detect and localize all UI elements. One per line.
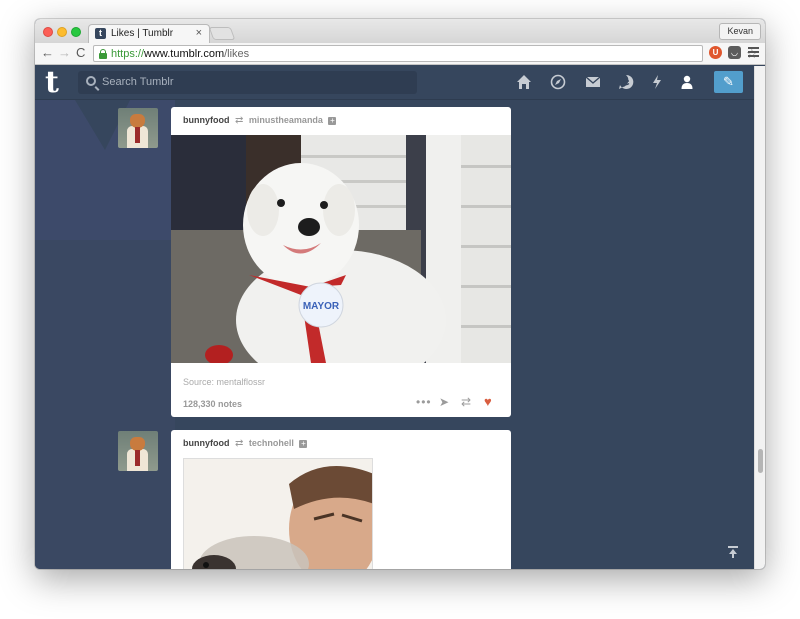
back-to-top-icon[interactable]	[728, 545, 738, 558]
browser-toolbar: ← → C https://www.tumblr.com/likes ☆ U ◡	[35, 43, 765, 65]
scrollbar-thumb[interactable]	[758, 449, 763, 473]
address-bar[interactable]: https://www.tumblr.com/likes ☆	[93, 45, 758, 62]
post-card: bunnyfood ⇄ minustheamanda + MAYOR Sourc…	[171, 107, 511, 417]
pocket-icon[interactable]: ◡	[728, 46, 741, 59]
browser-menu-icon[interactable]	[748, 47, 759, 59]
post-author-link[interactable]: bunnyfood	[183, 115, 230, 125]
pencil-icon: ✎	[723, 74, 734, 89]
avatar[interactable]	[118, 108, 158, 148]
home-icon[interactable]	[515, 74, 533, 92]
reload-button[interactable]: C	[76, 46, 85, 60]
follow-icon[interactable]: +	[299, 440, 308, 448]
post-card: bunnyfood ⇄ technohell +	[171, 430, 511, 569]
scrollbar[interactable]	[754, 66, 765, 569]
account-user-icon[interactable]	[678, 74, 696, 92]
post-header: bunnyfood ⇄ minustheamanda +	[183, 115, 337, 126]
profile-button[interactable]: Kevan	[719, 23, 761, 40]
maximize-window-button[interactable]	[71, 27, 81, 37]
tumblr-header: t Search Tumblr ✎	[35, 66, 754, 100]
reblog-small-icon: ⇄	[235, 115, 244, 126]
minimize-window-button[interactable]	[57, 27, 67, 37]
post-photo-gif[interactable]	[183, 458, 373, 569]
forward-button[interactable]: →	[58, 46, 71, 60]
extension-icon[interactable]: U	[709, 46, 722, 59]
reblog-small-icon: ⇄	[235, 438, 244, 449]
like-heart-icon[interactable]: ♥	[484, 395, 492, 408]
lock-icon	[99, 49, 107, 59]
follow-icon[interactable]: +	[328, 117, 337, 125]
dashboard-page: bunnyfood ⇄ minustheamanda + MAYOR Sourc…	[35, 100, 754, 569]
compose-post-button[interactable]: ✎	[714, 71, 743, 93]
notes-count[interactable]: 128,330 notes	[183, 399, 242, 409]
new-tab-button[interactable]	[208, 27, 236, 40]
reblogged-from-link[interactable]: minustheamanda	[249, 115, 323, 125]
search-placeholder: Search Tumblr	[102, 76, 174, 88]
inbox-mail-icon[interactable]	[584, 74, 602, 92]
explore-compass-icon[interactable]	[549, 74, 567, 92]
url-text[interactable]: https://www.tumblr.com/likes	[111, 48, 249, 60]
background-decoration	[35, 100, 175, 569]
search-input[interactable]: Search Tumblr	[78, 71, 417, 94]
back-button[interactable]: ←	[41, 46, 54, 60]
tumblr-favicon-icon: t	[95, 28, 106, 39]
search-icon	[86, 76, 96, 86]
activity-bolt-icon[interactable]	[648, 74, 666, 92]
close-window-button[interactable]	[43, 27, 53, 37]
post-source[interactable]: Source: mentalflossr	[183, 377, 265, 387]
messaging-smiley-icon[interactable]	[617, 74, 635, 92]
tab-likes[interactable]: t Likes | Tumblr ×	[88, 24, 210, 43]
reblog-icon[interactable]: ⇄	[461, 396, 471, 408]
post-photo-dog[interactable]: MAYOR	[171, 135, 511, 363]
tab-title: Likes | Tumblr	[111, 28, 174, 39]
mayor-badge-text: MAYOR	[303, 301, 340, 312]
browser-window: t Likes | Tumblr × Kevan ← → C https://w…	[35, 19, 765, 569]
tab-strip: t Likes | Tumblr × Kevan	[35, 19, 765, 43]
share-icon[interactable]: ➤	[439, 396, 449, 408]
post-author-link[interactable]: bunnyfood	[183, 438, 230, 448]
avatar[interactable]	[118, 431, 158, 471]
tumblr-logo[interactable]: t	[45, 68, 59, 98]
tab-close-icon[interactable]: ×	[196, 27, 202, 39]
more-options-icon[interactable]: •••	[416, 396, 432, 408]
reblogged-from-link[interactable]: technohell	[249, 438, 294, 448]
post-header: bunnyfood ⇄ technohell +	[183, 438, 308, 449]
